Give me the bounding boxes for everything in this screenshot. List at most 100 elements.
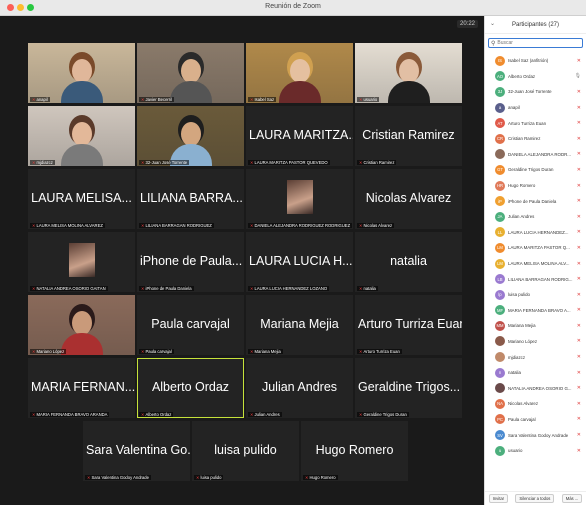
participant-tile[interactable]: Geraldine Trigos... ✕Geraldine Trigos Dur… bbox=[355, 358, 462, 418]
mute-all-button[interactable]: Silenciar a todos bbox=[515, 494, 555, 503]
participant-row[interactable]: NATALIA ANDREA OSORIO G... ✕ bbox=[485, 380, 586, 396]
video-feed bbox=[28, 295, 135, 355]
participant-name: MARIA FERNANDA BRAVO A... bbox=[508, 307, 571, 313]
mic-muted-icon[interactable]: ✕ bbox=[577, 448, 581, 454]
tile-caption: ✕Isabel Saz bbox=[248, 97, 277, 102]
tile-caption: ✕Julian Andres bbox=[248, 412, 282, 417]
participant-row[interactable]: n natalia ✕ bbox=[485, 365, 586, 381]
mic-muted-icon[interactable]: ✕ bbox=[577, 370, 581, 376]
mic-muted-icon[interactable]: ✕ bbox=[577, 229, 581, 235]
mic-muted-icon[interactable]: ✕ bbox=[577, 183, 581, 189]
mic-muted-icon[interactable]: ✕ bbox=[577, 245, 581, 251]
participant-row[interactable]: LM LAURA MELISA MOLINA ALV... ✕ bbox=[485, 256, 586, 272]
participant-tile[interactable]: ✕DANIELA ALEJANDRA RODRIGUEZ RODRIGUEZ bbox=[246, 169, 353, 229]
participant-tile[interactable]: Alberto Ordaz ✕Alberto Ordaz bbox=[137, 358, 244, 418]
tile-name-label: DANIELA ALEJANDRA RODRIGUEZ RODRIGUEZ bbox=[254, 223, 351, 228]
participant-tile[interactable]: Mariana Mejia ✕Mariana Mejia bbox=[246, 295, 353, 355]
tile-caption: ✕LILIANA BARRAGAN RODRIGUEZ bbox=[139, 223, 214, 228]
participant-row[interactable]: u usuario ✕ bbox=[485, 443, 586, 459]
participant-row[interactable]: GT Geraldine Trigos Duran ✕ bbox=[485, 162, 586, 178]
participant-tile[interactable]: ✕Javier Becerril bbox=[137, 43, 244, 103]
mic-muted-icon[interactable]: ✕ bbox=[577, 338, 581, 344]
participant-row[interactable]: MM Mariana Mejia ✕ bbox=[485, 318, 586, 334]
participant-row[interactable]: lp luisa pulido ✕ bbox=[485, 287, 586, 303]
participant-tile[interactable]: ✕mjdiazcz bbox=[28, 106, 135, 166]
more-button[interactable]: Más ... bbox=[561, 494, 583, 503]
participant-tile[interactable]: MARIA FERNAN... ✕MARIA FERNANDA BRAVO ARA… bbox=[28, 358, 135, 418]
participant-tile[interactable]: ✕Mariano López bbox=[28, 295, 135, 355]
invite-button[interactable]: Invitar bbox=[488, 494, 509, 503]
participant-tile[interactable]: LILIANA BARRA... ✕LILIANA BARRAGAN RODRIG… bbox=[137, 169, 244, 229]
participant-row[interactable]: IS Isabel Saz (anfitrión) ✕ bbox=[485, 53, 586, 69]
mic-muted-icon[interactable]: ✕ bbox=[577, 136, 581, 142]
mic-on-icon[interactable]: 🎙 bbox=[575, 73, 581, 79]
participant-row[interactable]: NA Nicolas Alvarez ✕ bbox=[485, 396, 586, 412]
participant-tile[interactable]: luisa pulido ✕luisa pulido bbox=[192, 421, 299, 481]
mic-muted-icon[interactable]: ✕ bbox=[577, 120, 581, 126]
mic-muted-icon[interactable]: ✕ bbox=[577, 292, 581, 298]
participant-row[interactable]: CR Cristian Ramirez ✕ bbox=[485, 131, 586, 147]
participant-row[interactable]: LL LAURA LUCIA HERNANDEZ... ✕ bbox=[485, 225, 586, 241]
participant-tile[interactable]: ✕NATALIA ANDREA OSORIO GAITAN bbox=[28, 232, 135, 292]
mic-muted-icon[interactable]: ✕ bbox=[577, 354, 581, 360]
mic-muted-icon[interactable]: ✕ bbox=[577, 416, 581, 422]
avatar: PC bbox=[495, 414, 505, 425]
participant-row[interactable]: PC Paula carvajal ✕ bbox=[485, 412, 586, 428]
participant-name: LILIANA BARRAGAN RODRIG... bbox=[508, 276, 573, 282]
mic-muted-icon[interactable]: ✕ bbox=[577, 276, 581, 282]
participant-row[interactable]: a anapil ✕ bbox=[485, 100, 586, 116]
participant-tile[interactable]: ✕Isabel Saz bbox=[246, 43, 353, 103]
mic-muted-icon[interactable]: ✕ bbox=[577, 307, 581, 313]
participant-tile[interactable]: LAURA LUCIA H... ✕LAURA LUCIA HERNANDEZ L… bbox=[246, 232, 353, 292]
participant-row[interactable]: JA Julian Andres ✕ bbox=[485, 209, 586, 225]
participant-tile[interactable]: Arturo Turriza Euan ✕Arturo Turriza Euan bbox=[355, 295, 462, 355]
participant-row[interactable]: LB LILIANA BARRAGAN RODRIG... ✕ bbox=[485, 271, 586, 287]
mic-muted-icon[interactable]: ✕ bbox=[577, 167, 581, 173]
participant-tile[interactable]: natalia ✕natalia bbox=[355, 232, 462, 292]
participant-tile[interactable]: Paula carvajal ✕Paula carvajal bbox=[137, 295, 244, 355]
participant-tile[interactable]: Julian Andres ✕Julian Andres bbox=[246, 358, 353, 418]
participant-tile[interactable]: Hugo Romero ✕Hugo Romero bbox=[301, 421, 408, 481]
mic-muted-icon[interactable]: ✕ bbox=[577, 401, 581, 407]
participant-tile[interactable]: ✕usuario bbox=[355, 43, 462, 103]
tile-display-name: LAURA MELISA... bbox=[31, 190, 132, 205]
participant-tile[interactable]: Nicolas Alvarez ✕Nicolas Alvarez bbox=[355, 169, 462, 229]
participant-row[interactable]: AT Arturo Turriza Euan ✕ bbox=[485, 115, 586, 131]
participant-row[interactable]: HR Hugo Romero ✕ bbox=[485, 178, 586, 194]
tile-caption: ✕iPhone de Paula Daniela bbox=[139, 286, 194, 291]
participant-tile[interactable]: Sara Valentina Go... ✕Sara Valentina Godo… bbox=[83, 421, 190, 481]
participant-row[interactable]: MF MARIA FERNANDA BRAVO A... ✕ bbox=[485, 303, 586, 319]
mic-muted-icon[interactable]: ✕ bbox=[577, 151, 581, 157]
participant-tile[interactable]: LAURA MELISA... ✕LAURA MELISA MOLINA ALVA… bbox=[28, 169, 135, 229]
tile-caption: ✕Geraldine Trigos Duran bbox=[357, 412, 409, 417]
participant-name: luisa pulido bbox=[508, 292, 530, 298]
participant-tile[interactable]: Cristian Ramirez ✕Cristian Ramirez bbox=[355, 106, 462, 166]
mic-muted-icon[interactable]: ✕ bbox=[577, 89, 581, 95]
chevron-down-icon[interactable]: ⌄ bbox=[490, 20, 495, 27]
participant-row[interactable]: DANIELA ALEJANDRA RODR... ✕ bbox=[485, 147, 586, 163]
mic-muted-icon[interactable]: ✕ bbox=[577, 261, 581, 267]
tile-caption: ✕LAURA MARITZA PASTOR QUEVEDO bbox=[248, 160, 330, 165]
mic-muted-icon[interactable]: ✕ bbox=[577, 385, 581, 391]
participant-row[interactable]: mjdiazcz ✕ bbox=[485, 349, 586, 365]
mic-muted-icon[interactable]: ✕ bbox=[577, 198, 581, 204]
participant-row[interactable]: iP iPhone de Paula Daniela ✕ bbox=[485, 193, 586, 209]
participant-tile[interactable]: ✕32-Juan José Torrente bbox=[137, 106, 244, 166]
mic-muted-icon[interactable]: ✕ bbox=[577, 58, 581, 64]
participant-tile[interactable]: ✕anapil bbox=[28, 43, 135, 103]
participant-row[interactable]: 3J 32-Juan José Torrente ✕ bbox=[485, 84, 586, 100]
mic-muted-icon[interactable]: ✕ bbox=[577, 105, 581, 111]
participant-tile[interactable]: LAURA MARITZA... ✕LAURA MARITZA PASTOR QU… bbox=[246, 106, 353, 166]
participant-row[interactable]: AO Alberto Ordaz 🎙 bbox=[485, 69, 586, 85]
mic-muted-icon[interactable]: ✕ bbox=[577, 214, 581, 220]
participant-row[interactable]: SV Sara Valentina Godoy Andrade ✕ bbox=[485, 427, 586, 443]
participant-name: natalia bbox=[508, 370, 521, 376]
tile-caption: ✕Paula carvajal bbox=[139, 349, 174, 354]
participant-row[interactable]: Mariano López ✕ bbox=[485, 334, 586, 350]
mic-muted-icon[interactable]: ✕ bbox=[577, 323, 581, 329]
participant-row[interactable]: LM LAURA MARITZA PASTOR Q... ✕ bbox=[485, 240, 586, 256]
participant-tile[interactable]: iPhone de Paula... ✕iPhone de Paula Danie… bbox=[137, 232, 244, 292]
search-input[interactable] bbox=[497, 40, 578, 46]
mic-muted-icon: ✕ bbox=[250, 223, 254, 228]
mic-muted-icon[interactable]: ✕ bbox=[577, 432, 581, 438]
